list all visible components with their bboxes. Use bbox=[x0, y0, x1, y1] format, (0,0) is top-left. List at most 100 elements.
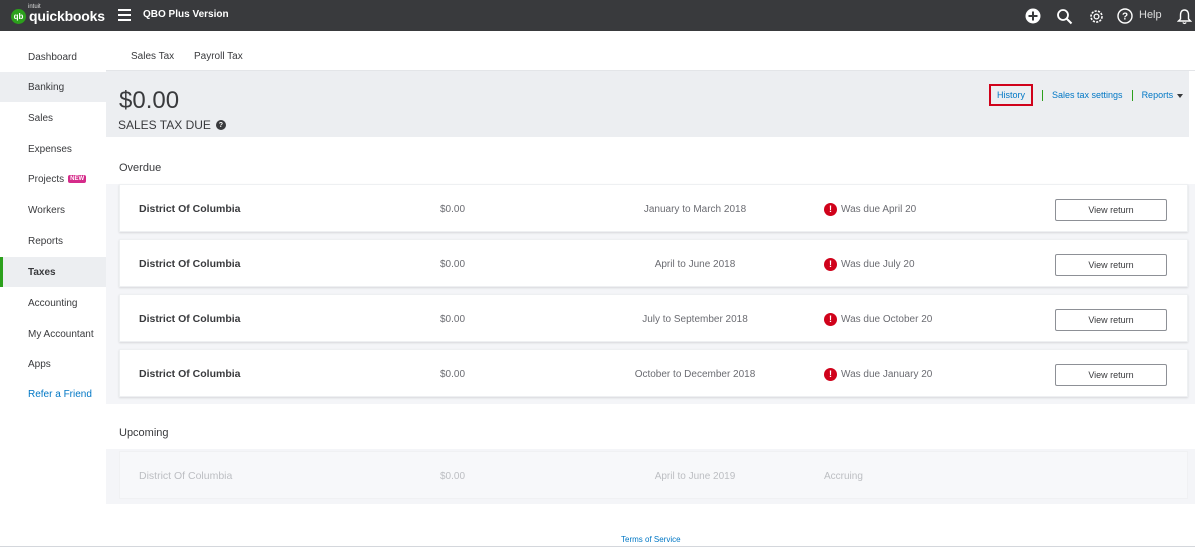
main-content: Sales Tax Payroll Tax $0.00 SALES TAX DU… bbox=[106, 31, 1195, 550]
sidebar-item-label: Banking bbox=[28, 81, 65, 93]
agency-name: District Of Columbia bbox=[139, 368, 241, 380]
sidebar-item-apps[interactable]: Apps bbox=[0, 349, 106, 379]
reports-label: Reports bbox=[1141, 90, 1174, 100]
sales-tax-settings-link[interactable]: Sales tax settings bbox=[1052, 90, 1123, 100]
table-row: District Of Columbia $0.00 April to June… bbox=[119, 239, 1188, 287]
sidebar-item-label: Projects bbox=[28, 173, 65, 185]
due-status-text: Was due January 20 bbox=[841, 368, 933, 380]
help-label[interactable]: Help bbox=[1139, 9, 1162, 21]
due-status-text: Was due April 20 bbox=[841, 203, 917, 215]
sidebar-item-label: Workers bbox=[28, 204, 66, 216]
sidebar-item-my-accountant[interactable]: My Accountant bbox=[0, 319, 106, 349]
due-status: ! Was due April 20 bbox=[824, 185, 916, 233]
tax-tabs: Sales Tax Payroll Tax bbox=[106, 31, 1195, 71]
header-links: History Sales tax settings Reports bbox=[989, 84, 1184, 106]
sidebar-item-label: Taxes bbox=[28, 266, 56, 278]
history-link[interactable]: History bbox=[989, 84, 1034, 106]
help-icon[interactable]: ? bbox=[1116, 6, 1134, 26]
due-status-text: Was due July 20 bbox=[841, 258, 915, 270]
overdue-heading: Overdue bbox=[119, 162, 162, 174]
sales-tax-due-text: SALES TAX DUE bbox=[118, 118, 211, 132]
alert-icon: ! bbox=[824, 367, 837, 381]
upcoming-heading: Upcoming bbox=[119, 427, 169, 439]
table-row: District Of Columbia $0.00 January to Ma… bbox=[119, 184, 1188, 232]
svg-text:?: ? bbox=[1122, 12, 1128, 23]
link-divider bbox=[1042, 89, 1044, 101]
bottom-divider bbox=[0, 546, 1195, 550]
tax-period: April to June 2018 bbox=[654, 258, 736, 270]
question-icon[interactable]: ? bbox=[215, 120, 226, 130]
table-row: District Of Columbia $0.00 July to Septe… bbox=[119, 294, 1188, 342]
search-icon[interactable] bbox=[1055, 6, 1073, 26]
sidebar-item-taxes[interactable]: Taxes bbox=[0, 257, 106, 287]
qb-logo-icon: qb bbox=[11, 8, 26, 24]
sidebar-item-accounting[interactable]: Accounting bbox=[0, 288, 106, 318]
hamburger-menu-icon[interactable] bbox=[118, 9, 131, 21]
sidebar-item-projects[interactable]: Projects NEW bbox=[0, 164, 106, 194]
tax-amount: $0.00 bbox=[440, 203, 466, 215]
sidebar-item-label: Reports bbox=[28, 235, 64, 247]
sidebar: Dashboard Banking Sales Expenses Project… bbox=[0, 31, 106, 550]
sidebar-item-reports[interactable]: Reports bbox=[0, 226, 106, 256]
terms-of-service-link[interactable]: Terms of Service bbox=[621, 535, 681, 544]
reports-dropdown[interactable]: Reports bbox=[1142, 90, 1184, 100]
alert-icon: ! bbox=[824, 202, 837, 216]
sidebar-item-label: Accounting bbox=[28, 297, 78, 309]
alert-icon: ! bbox=[824, 257, 837, 271]
sidebar-item-workers[interactable]: Workers bbox=[0, 195, 106, 225]
sidebar-item-label: Sales bbox=[28, 112, 54, 124]
tax-period: January to March 2018 bbox=[643, 203, 747, 215]
gear-icon[interactable] bbox=[1087, 6, 1105, 26]
view-return-button[interactable]: View return bbox=[1055, 199, 1167, 221]
agency-name: District Of Columbia bbox=[139, 313, 241, 325]
tax-period: July to September 2018 bbox=[642, 313, 748, 325]
sales-tax-due-amount: $0.00 bbox=[119, 87, 180, 114]
company-name: QBO Plus Version bbox=[143, 9, 229, 20]
agency-name: District Of Columbia bbox=[139, 470, 233, 482]
view-return-button[interactable]: View return bbox=[1055, 364, 1167, 386]
agency-name: District Of Columbia bbox=[139, 203, 241, 215]
intuit-wordmark: intuit bbox=[28, 4, 41, 10]
bell-icon[interactable] bbox=[1176, 6, 1192, 26]
tax-period: April to June 2019 bbox=[654, 470, 736, 482]
due-status-text: Was due October 20 bbox=[841, 313, 933, 325]
tax-amount: $0.00 bbox=[440, 258, 466, 270]
sidebar-item-sales[interactable]: Sales bbox=[0, 103, 106, 133]
plus-icon[interactable] bbox=[1025, 6, 1041, 26]
agency-name: District Of Columbia bbox=[139, 258, 241, 270]
table-row: District Of Columbia $0.00 October to De… bbox=[119, 349, 1188, 397]
upcoming-list: District Of Columbia $0.00 April to June… bbox=[106, 449, 1195, 504]
sidebar-item-label: Refer a Friend bbox=[28, 388, 92, 400]
chevron-down-icon bbox=[1177, 93, 1184, 98]
due-status: ! Was due July 20 bbox=[824, 240, 915, 288]
sidebar-item-label: My Accountant bbox=[28, 328, 94, 340]
sidebar-item-refer-a-friend[interactable]: Refer a Friend bbox=[0, 379, 106, 409]
sidebar-item-expenses[interactable]: Expenses bbox=[0, 134, 106, 164]
top-bar: intuit qb quickbooks QBO Plus Version ? … bbox=[0, 0, 1195, 31]
sidebar-item-dashboard[interactable]: Dashboard bbox=[0, 42, 106, 72]
table-row: District Of Columbia $0.00 April to June… bbox=[119, 451, 1188, 499]
due-status: ! Was due October 20 bbox=[824, 295, 932, 343]
tab-sales-tax[interactable]: Sales Tax bbox=[131, 51, 174, 62]
new-badge: NEW bbox=[68, 175, 87, 183]
tax-amount: $0.00 bbox=[440, 470, 466, 482]
logo-text: quickbooks bbox=[29, 8, 105, 24]
view-return-button[interactable]: View return bbox=[1055, 254, 1167, 276]
tax-period: October to December 2018 bbox=[634, 368, 756, 380]
overdue-list: District Of Columbia $0.00 January to Ma… bbox=[106, 184, 1195, 404]
quickbooks-logo[interactable]: intuit qb quickbooks bbox=[11, 4, 105, 25]
tab-payroll-tax[interactable]: Payroll Tax bbox=[194, 51, 243, 62]
sidebar-item-banking[interactable]: Banking bbox=[0, 72, 106, 102]
sidebar-item-label: Apps bbox=[28, 358, 51, 370]
due-status: ! Was due January 20 bbox=[824, 350, 932, 398]
sales-tax-summary: $0.00 SALES TAX DUE ? History Sales tax … bbox=[106, 71, 1189, 137]
view-return-button[interactable]: View return bbox=[1055, 309, 1167, 331]
sidebar-item-label: Dashboard bbox=[28, 51, 77, 63]
sales-tax-due-label: SALES TAX DUE ? bbox=[118, 118, 226, 132]
alert-icon: ! bbox=[824, 312, 837, 326]
link-divider bbox=[1131, 89, 1133, 101]
tax-amount: $0.00 bbox=[440, 313, 466, 325]
sidebar-item-label: Expenses bbox=[28, 143, 72, 155]
tax-amount: $0.00 bbox=[440, 368, 466, 380]
accruing-status: Accruing bbox=[824, 470, 863, 482]
